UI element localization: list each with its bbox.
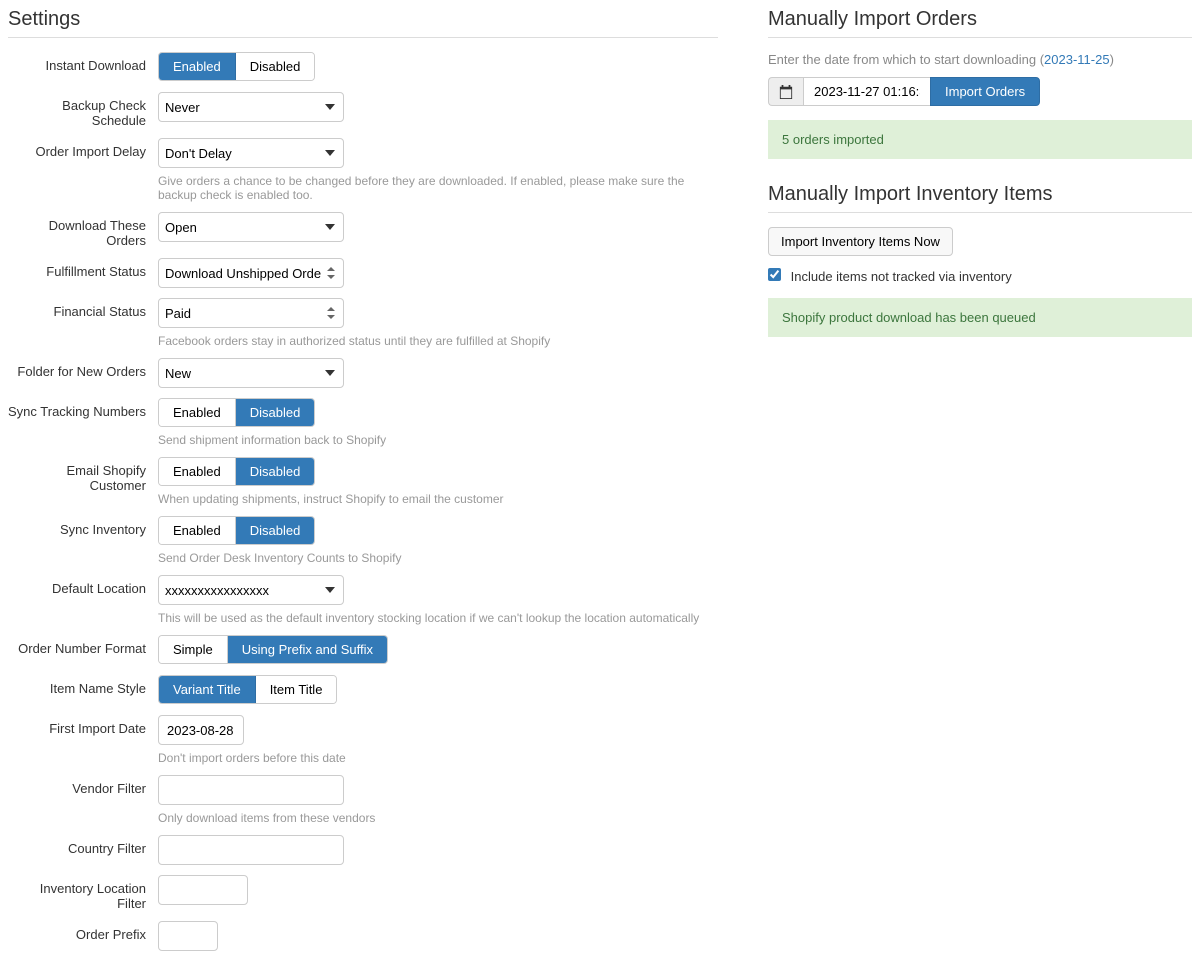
default-location-select[interactable]: xxxxxxxxxxxxxxxx xyxy=(158,575,344,605)
download-these-orders-select[interactable]: Open xyxy=(158,212,344,242)
label-order-import-delay: Order Import Delay xyxy=(8,138,158,159)
inventory-location-filter-input[interactable] xyxy=(158,875,248,905)
hint-first-import-date: Don't import orders before this date xyxy=(158,751,718,765)
label-first-import-date: First Import Date xyxy=(8,715,158,736)
email-customer-enabled-button[interactable]: Enabled xyxy=(159,458,236,485)
fulfillment-status-select[interactable]: Download Unshipped Orders xyxy=(158,258,344,288)
sync-tracking-enabled-button[interactable]: Enabled xyxy=(159,399,236,426)
label-default-location: Default Location xyxy=(8,575,158,596)
backup-check-select[interactable]: Never xyxy=(158,92,344,122)
import-orders-date-input[interactable] xyxy=(803,77,931,106)
sync-inventory-disabled-button[interactable]: Disabled xyxy=(236,517,315,544)
import-inventory-title: Manually Import Inventory Items xyxy=(768,183,1192,213)
label-folder-new-orders: Folder for New Orders xyxy=(8,358,158,379)
import-orders-hint: Enter the date from which to start downl… xyxy=(768,52,1192,67)
label-country-filter: Country Filter xyxy=(8,835,158,856)
hint-sync-inventory: Send Order Desk Inventory Counts to Shop… xyxy=(158,551,718,565)
first-import-date-input[interactable] xyxy=(158,715,244,745)
label-vendor-filter: Vendor Filter xyxy=(8,775,158,796)
sync-tracking-disabled-button[interactable]: Disabled xyxy=(236,399,315,426)
label-item-name-style: Item Name Style xyxy=(8,675,158,696)
order-prefix-input[interactable] xyxy=(158,921,218,951)
hint-email-customer: When updating shipments, instruct Shopif… xyxy=(158,492,718,506)
toggle-item-name-style: Variant Title Item Title xyxy=(158,675,337,704)
toggle-sync-inventory: Enabled Disabled xyxy=(158,516,315,545)
folder-new-orders-select[interactable]: New xyxy=(158,358,344,388)
instant-download-disabled-button[interactable]: Disabled xyxy=(236,53,315,80)
country-filter-input[interactable] xyxy=(158,835,344,865)
toggle-sync-tracking: Enabled Disabled xyxy=(158,398,315,427)
ins-variant-button[interactable]: Variant Title xyxy=(159,676,256,703)
import-orders-input-group: Import Orders xyxy=(768,77,1040,106)
label-sync-tracking: Sync Tracking Numbers xyxy=(8,398,158,419)
import-orders-button[interactable]: Import Orders xyxy=(930,77,1040,106)
calendar-icon xyxy=(768,77,803,106)
hint-financial-status: Facebook orders stay in authorized statu… xyxy=(158,334,718,348)
label-backup-check: Backup Check Schedule xyxy=(8,92,158,128)
toggle-instant-download: Enabled Disabled xyxy=(158,52,315,81)
instant-download-enabled-button[interactable]: Enabled xyxy=(159,53,236,80)
import-orders-success: 5 orders imported xyxy=(768,120,1192,159)
import-inventory-success: Shopify product download has been queued xyxy=(768,298,1192,337)
import-inventory-button[interactable]: Import Inventory Items Now xyxy=(768,227,953,256)
email-customer-disabled-button[interactable]: Disabled xyxy=(236,458,315,485)
include-not-tracked-text: Include items not tracked via inventory xyxy=(791,269,1012,284)
label-email-customer: Email Shopify Customer xyxy=(8,457,158,493)
label-order-number-format: Order Number Format xyxy=(8,635,158,656)
onf-simple-button[interactable]: Simple xyxy=(159,636,228,663)
financial-status-select[interactable]: Paid xyxy=(158,298,344,328)
label-instant-download: Instant Download xyxy=(8,52,158,73)
label-order-prefix: Order Prefix xyxy=(8,921,158,942)
label-financial-status: Financial Status xyxy=(8,298,158,319)
ins-item-button[interactable]: Item Title xyxy=(256,676,337,703)
toggle-order-number-format: Simple Using Prefix and Suffix xyxy=(158,635,388,664)
label-sync-inventory: Sync Inventory xyxy=(8,516,158,537)
hint-default-location: This will be used as the default invento… xyxy=(158,611,718,625)
toggle-email-customer: Enabled Disabled xyxy=(158,457,315,486)
label-fulfillment-status: Fulfillment Status xyxy=(8,258,158,279)
hint-order-import-delay: Give orders a chance to be changed befor… xyxy=(158,174,718,202)
import-orders-title: Manually Import Orders xyxy=(768,8,1192,38)
include-not-tracked-label[interactable]: Include items not tracked via inventory xyxy=(768,269,1012,284)
import-orders-date-link[interactable]: 2023-11-25 xyxy=(1044,52,1110,67)
settings-title: Settings xyxy=(8,8,718,38)
include-not-tracked-checkbox[interactable] xyxy=(768,268,781,281)
onf-prefix-suffix-button[interactable]: Using Prefix and Suffix xyxy=(228,636,387,663)
hint-sync-tracking: Send shipment information back to Shopif… xyxy=(158,433,718,447)
hint-vendor-filter: Only download items from these vendors xyxy=(158,811,718,825)
label-inventory-location-filter: Inventory Location Filter xyxy=(8,875,158,911)
label-download-these-orders: Download These Orders xyxy=(8,212,158,248)
sync-inventory-enabled-button[interactable]: Enabled xyxy=(159,517,236,544)
order-import-delay-select[interactable]: Don't Delay xyxy=(158,138,344,168)
